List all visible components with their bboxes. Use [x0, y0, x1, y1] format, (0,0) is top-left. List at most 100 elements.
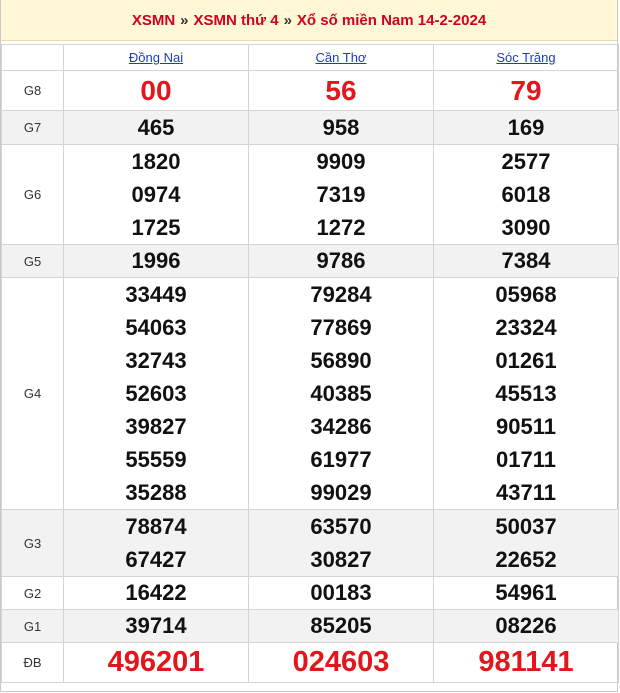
prize-cell: 39714: [63, 609, 249, 643]
prize-row-db: ĐB 496201 024603 981141: [1, 642, 619, 683]
prize-cell: 05968 23324 01261 45513 90511 01711 43711: [433, 277, 619, 510]
prize-number: 23324: [495, 315, 557, 340]
prize-cell: 1996: [63, 244, 249, 278]
prize-number: 67427: [125, 547, 187, 572]
prize-cell: 16422: [63, 576, 249, 610]
prize-number: 08226: [495, 613, 557, 638]
prize-cell: 79284 77869 56890 40385 34286 61977 99029: [248, 277, 434, 510]
prize-number: 00: [140, 75, 172, 106]
province-header: Đồng Nai: [63, 44, 249, 71]
prize-cell: 50037 22652: [433, 509, 619, 577]
prize-number: 79: [510, 75, 542, 106]
prize-cell: 7384: [433, 244, 619, 278]
prize-number: 496201: [107, 646, 205, 678]
prize-row-g7: G7 465 958 169: [1, 110, 619, 145]
province-header: Cần Thơ: [248, 44, 434, 71]
prize-number: 3090: [501, 215, 551, 240]
prize-number: 39714: [125, 613, 187, 638]
prize-number: 9909: [316, 149, 366, 174]
prize-number: 33449: [125, 282, 187, 307]
prize-row-g2: G2 16422 00183 54961: [1, 576, 619, 610]
prize-cell: 33449 54063 32743 52603 39827 55559 35288: [63, 277, 249, 510]
prize-cell: 9786: [248, 244, 434, 278]
prize-cell: 981141: [433, 642, 619, 683]
prize-number: 30827: [310, 547, 372, 572]
prize-number: 55559: [125, 447, 187, 472]
prize-number: 1725: [131, 215, 181, 240]
prize-cell: 024603: [248, 642, 434, 683]
breadcrumb-day-link[interactable]: XSMN thứ 4: [194, 12, 279, 29]
prize-number: 9786: [316, 248, 366, 273]
prize-cell: 465: [63, 110, 249, 145]
province-link-dong-nai[interactable]: Đồng Nai: [129, 50, 183, 65]
results-table: Đồng Nai Cần Thơ Sóc Trăng G8 00 56 79 G7 465…: [1, 44, 619, 683]
prize-number: 35288: [125, 480, 187, 505]
prize-label: G8: [1, 70, 64, 111]
prize-number: 024603: [292, 646, 390, 678]
prize-number: 34286: [310, 414, 372, 439]
prize-row-g4: G4 33449 54063 32743 52603 39827 55559 35288 792…: [1, 277, 619, 510]
prize-number: 7384: [501, 248, 551, 273]
prize-cell: 08226: [433, 609, 619, 643]
prize-cell: 00183: [248, 576, 434, 610]
prize-number: 45513: [495, 381, 557, 406]
breadcrumb-home-link[interactable]: XSMN: [132, 12, 175, 29]
prize-number: 78874: [125, 514, 187, 539]
province-header-row: Đồng Nai Cần Thơ Sóc Trăng: [1, 44, 619, 71]
prize-cell: 958: [248, 110, 434, 145]
prize-number: 0974: [131, 182, 181, 207]
prize-number: 52603: [125, 381, 187, 406]
prize-cell: 56: [248, 70, 434, 111]
prize-label: G5: [1, 244, 64, 278]
prize-cell: 78874 67427: [63, 509, 249, 577]
prize-row-g5: G5 1996 9786 7384: [1, 244, 619, 278]
prize-number: 01711: [496, 447, 556, 472]
prize-number: 39827: [125, 414, 187, 439]
prize-cell: 9909 7319 1272: [248, 144, 434, 245]
prize-table-body: G8 00 56 79 G7 465 958 169 G6 1820 0974 1725 9909 731…: [1, 70, 619, 683]
prize-number: 2577: [501, 149, 551, 174]
prize-number: 54063: [125, 315, 187, 340]
prize-number: 1996: [131, 248, 181, 273]
province-link-can-tho[interactable]: Cần Thơ: [316, 50, 367, 65]
prize-number: 16422: [125, 580, 187, 605]
prize-cell: 54961: [433, 576, 619, 610]
breadcrumb-separator: »: [283, 11, 292, 29]
prize-label: G6: [1, 144, 64, 245]
prize-label: G1: [1, 609, 64, 643]
breadcrumb-current-link[interactable]: Xổ số miền Nam 14-2-2024: [297, 12, 486, 29]
prize-cell: 2577 6018 3090: [433, 144, 619, 245]
results-panel: XSMN » XSMN thứ 4 » Xổ số miền Nam 14-2-…: [0, 0, 619, 692]
prize-number: 56: [325, 75, 357, 106]
prize-row-g1: G1 39714 85205 08226: [1, 609, 619, 643]
prize-label: G2: [1, 576, 64, 610]
prize-number: 90511: [496, 414, 556, 439]
prize-number: 61977: [310, 447, 372, 472]
province-header: Sóc Trăng: [433, 44, 619, 71]
prize-label: G7: [1, 110, 64, 145]
prize-label: G4: [1, 277, 64, 510]
prize-number: 54961: [495, 580, 557, 605]
prize-number: 958: [322, 115, 360, 140]
prize-row-g6: G6 1820 0974 1725 9909 7319 1272 2577 6018 3090: [1, 144, 619, 245]
prize-number: 40385: [310, 381, 372, 406]
prize-label: ĐB: [1, 642, 64, 683]
prize-cell: 00: [63, 70, 249, 111]
prize-cell: 63570 30827: [248, 509, 434, 577]
prize-cell: 496201: [63, 642, 249, 683]
prize-number: 63570: [310, 514, 372, 539]
prize-number: 50037: [495, 514, 557, 539]
province-link-soc-trang[interactable]: Sóc Trăng: [496, 50, 555, 65]
prize-number: 169: [507, 115, 545, 140]
prize-number: 22652: [495, 547, 557, 572]
prize-number: 85205: [310, 613, 372, 638]
breadcrumb: XSMN » XSMN thứ 4 » Xổ số miền Nam 14-2-…: [1, 0, 617, 41]
prize-row-g3: G3 78874 67427 63570 30827 50037 22652: [1, 509, 619, 577]
prize-number: 43711: [496, 480, 556, 505]
prize-number: 32743: [125, 348, 187, 373]
prize-cell: 85205: [248, 609, 434, 643]
prize-number: 79284: [310, 282, 372, 307]
prize-row-g8: G8 00 56 79: [1, 70, 619, 111]
prize-number: 01261: [495, 348, 557, 373]
prize-number: 1272: [316, 215, 366, 240]
